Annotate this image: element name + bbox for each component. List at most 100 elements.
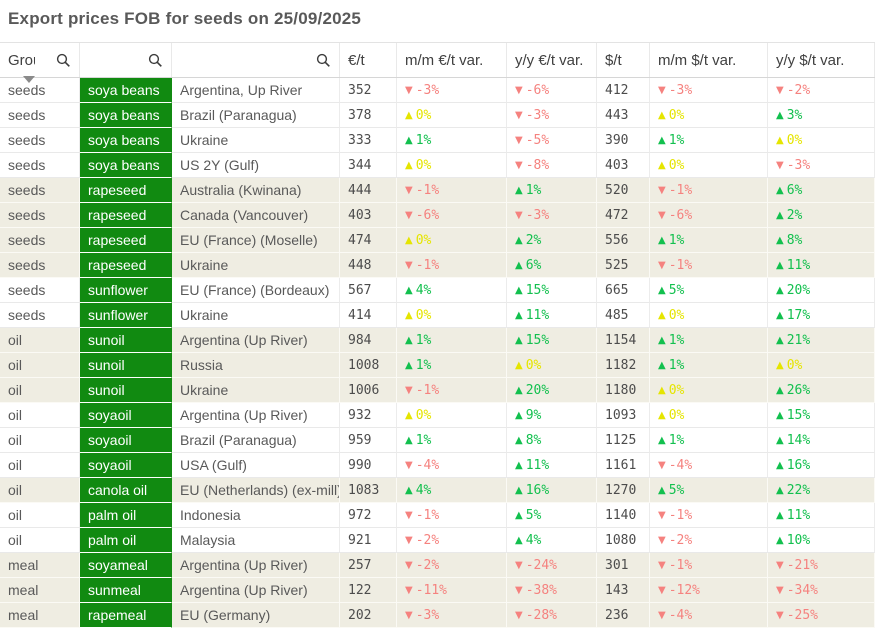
- cell-mm-usd-var[interactable]: ▼ -1%: [650, 178, 768, 203]
- cell-mm-eur-var[interactable]: ▼ -1%: [397, 378, 507, 403]
- cell-product[interactable]: rapeseed: [80, 178, 172, 203]
- cell-usd-price[interactable]: 665: [597, 278, 650, 303]
- sort-descending-icon[interactable]: [23, 76, 35, 83]
- table-row[interactable]: meal rapemeal EU (Germany) 202 ▼ -3% ▼ -28% 236 ▼…: [0, 603, 875, 628]
- cell-product[interactable]: soyaoil: [80, 453, 172, 478]
- cell-eur-price[interactable]: 448: [340, 253, 397, 278]
- cell-yy-usd-var[interactable]: ▲ 3%: [768, 103, 875, 128]
- cell-eur-price[interactable]: 474: [340, 228, 397, 253]
- cell-mm-eur-var[interactable]: ▼ -1%: [397, 253, 507, 278]
- col-header-location[interactable]: [172, 43, 340, 77]
- table-row[interactable]: oil palm oil Malaysia 921 ▼ -2% ▲ 4% 1080 ▼ -2% ▲ 10…: [0, 528, 875, 553]
- cell-location[interactable]: EU (Germany): [172, 603, 340, 628]
- cell-eur-price[interactable]: 984: [340, 328, 397, 353]
- cell-eur-price[interactable]: 122: [340, 578, 397, 603]
- col-header-eur-per-t[interactable]: €/t: [340, 43, 397, 77]
- table-row[interactable]: oil soyaoil Brazil (Paranagua) 959 ▲ 1% ▲ 8% 112…: [0, 428, 875, 453]
- cell-product[interactable]: soya beans: [80, 128, 172, 153]
- col-header-group[interactable]: Group: [0, 43, 80, 77]
- cell-eur-price[interactable]: 414: [340, 303, 397, 328]
- cell-eur-price[interactable]: 921: [340, 528, 397, 553]
- cell-group[interactable]: meal: [0, 578, 80, 603]
- cell-yy-eur-var[interactable]: ▼ -38%: [507, 578, 597, 603]
- cell-mm-usd-var[interactable]: ▼ -6%: [650, 203, 768, 228]
- cell-yy-usd-var[interactable]: ▼ -3%: [768, 153, 875, 178]
- table-row[interactable]: seeds soya beans Argentina, Up River 352 ▼ -3…: [0, 78, 875, 103]
- cell-yy-eur-var[interactable]: ▼ -24%: [507, 553, 597, 578]
- cell-yy-usd-var[interactable]: ▼ -25%: [768, 603, 875, 628]
- search-icon[interactable]: [148, 53, 163, 68]
- cell-product[interactable]: soya beans: [80, 78, 172, 103]
- cell-location[interactable]: Ukraine: [172, 128, 340, 153]
- cell-location[interactable]: Argentina (Up River): [172, 328, 340, 353]
- cell-mm-eur-var[interactable]: ▼ -2%: [397, 553, 507, 578]
- cell-usd-price[interactable]: 556: [597, 228, 650, 253]
- cell-usd-price[interactable]: 143: [597, 578, 650, 603]
- cell-location[interactable]: Argentina (Up River): [172, 578, 340, 603]
- cell-usd-price[interactable]: 1140: [597, 503, 650, 528]
- col-header-yy-usd-var[interactable]: y/y $/t var.: [768, 43, 875, 77]
- cell-location[interactable]: Indonesia: [172, 503, 340, 528]
- cell-location[interactable]: EU (France) (Bordeaux): [172, 278, 340, 303]
- cell-yy-usd-var[interactable]: ▼ -34%: [768, 578, 875, 603]
- cell-eur-price[interactable]: 990: [340, 453, 397, 478]
- cell-location[interactable]: Brazil (Paranagua): [172, 103, 340, 128]
- cell-yy-eur-var[interactable]: ▲ 9%: [507, 403, 597, 428]
- cell-yy-eur-var[interactable]: ▼ -5%: [507, 128, 597, 153]
- cell-product[interactable]: rapeseed: [80, 228, 172, 253]
- cell-product[interactable]: sunoil: [80, 328, 172, 353]
- cell-location[interactable]: US 2Y (Gulf): [172, 153, 340, 178]
- cell-yy-eur-var[interactable]: ▲ 1%: [507, 178, 597, 203]
- cell-mm-eur-var[interactable]: ▲ 0%: [397, 403, 507, 428]
- cell-mm-eur-var[interactable]: ▼ -1%: [397, 178, 507, 203]
- cell-eur-price[interactable]: 344: [340, 153, 397, 178]
- cell-eur-price[interactable]: 378: [340, 103, 397, 128]
- table-row[interactable]: seeds rapeseed Canada (Vancouver) 403 ▼ -6% ▼ -…: [0, 203, 875, 228]
- cell-mm-usd-var[interactable]: ▲ 1%: [650, 128, 768, 153]
- cell-mm-usd-var[interactable]: ▼ -2%: [650, 528, 768, 553]
- cell-usd-price[interactable]: 1270: [597, 478, 650, 503]
- cell-usd-price[interactable]: 412: [597, 78, 650, 103]
- cell-location[interactable]: Australia (Kwinana): [172, 178, 340, 203]
- cell-yy-eur-var[interactable]: ▼ -6%: [507, 78, 597, 103]
- cell-mm-eur-var[interactable]: ▼ -1%: [397, 503, 507, 528]
- cell-location[interactable]: Ukraine: [172, 303, 340, 328]
- table-row[interactable]: oil soyaoil USA (Gulf) 990 ▼ -4% ▲ 11% 1161 ▼ -4% ▲…: [0, 453, 875, 478]
- search-icon[interactable]: [56, 53, 71, 68]
- cell-usd-price[interactable]: 1180: [597, 378, 650, 403]
- cell-eur-price[interactable]: 403: [340, 203, 397, 228]
- cell-location[interactable]: EU (France) (Moselle): [172, 228, 340, 253]
- cell-product[interactable]: sunoil: [80, 378, 172, 403]
- table-row[interactable]: meal soyameal Argentina (Up River) 257 ▼ -2% ▼…: [0, 553, 875, 578]
- cell-mm-usd-var[interactable]: ▼ -4%: [650, 603, 768, 628]
- cell-group[interactable]: seeds: [0, 103, 80, 128]
- cell-yy-usd-var[interactable]: ▲ 22%: [768, 478, 875, 503]
- cell-product[interactable]: rapemeal: [80, 603, 172, 628]
- col-header-usd-per-t[interactable]: $/t: [597, 43, 650, 77]
- cell-group[interactable]: seeds: [0, 303, 80, 328]
- cell-mm-eur-var[interactable]: ▼ -2%: [397, 528, 507, 553]
- cell-location[interactable]: Russia: [172, 353, 340, 378]
- cell-group[interactable]: oil: [0, 328, 80, 353]
- cell-mm-usd-var[interactable]: ▲ 0%: [650, 303, 768, 328]
- cell-yy-eur-var[interactable]: ▲ 11%: [507, 453, 597, 478]
- table-row[interactable]: seeds rapeseed EU (France) (Moselle) 474 ▲ 0%…: [0, 228, 875, 253]
- cell-yy-usd-var[interactable]: ▲ 15%: [768, 403, 875, 428]
- cell-yy-eur-var[interactable]: ▼ -3%: [507, 103, 597, 128]
- cell-mm-eur-var[interactable]: ▼ -6%: [397, 203, 507, 228]
- cell-yy-usd-var[interactable]: ▲ 21%: [768, 328, 875, 353]
- table-row[interactable]: seeds rapeseed Ukraine 448 ▼ -1% ▲ 6% 525 ▼ -1% ▲ 11…: [0, 253, 875, 278]
- cell-group[interactable]: oil: [0, 428, 80, 453]
- table-row[interactable]: seeds sunflower Ukraine 414 ▲ 0% ▲ 11% 485 ▲ 0% ▲ 17…: [0, 303, 875, 328]
- cell-mm-eur-var[interactable]: ▼ -3%: [397, 78, 507, 103]
- col-header-mm-eur-var[interactable]: m/m €/t var.: [397, 43, 507, 77]
- cell-product[interactable]: palm oil: [80, 528, 172, 553]
- table-row[interactable]: oil canola oil EU (Netherlands) (ex-mill) 1…: [0, 478, 875, 503]
- cell-eur-price[interactable]: 959: [340, 428, 397, 453]
- cell-group[interactable]: seeds: [0, 203, 80, 228]
- cell-usd-price[interactable]: 1080: [597, 528, 650, 553]
- cell-yy-usd-var[interactable]: ▼ -2%: [768, 78, 875, 103]
- cell-usd-price[interactable]: 520: [597, 178, 650, 203]
- cell-product[interactable]: palm oil: [80, 503, 172, 528]
- table-row[interactable]: seeds soya beans Brazil (Paranagua) 378 ▲ 0% ▼…: [0, 103, 875, 128]
